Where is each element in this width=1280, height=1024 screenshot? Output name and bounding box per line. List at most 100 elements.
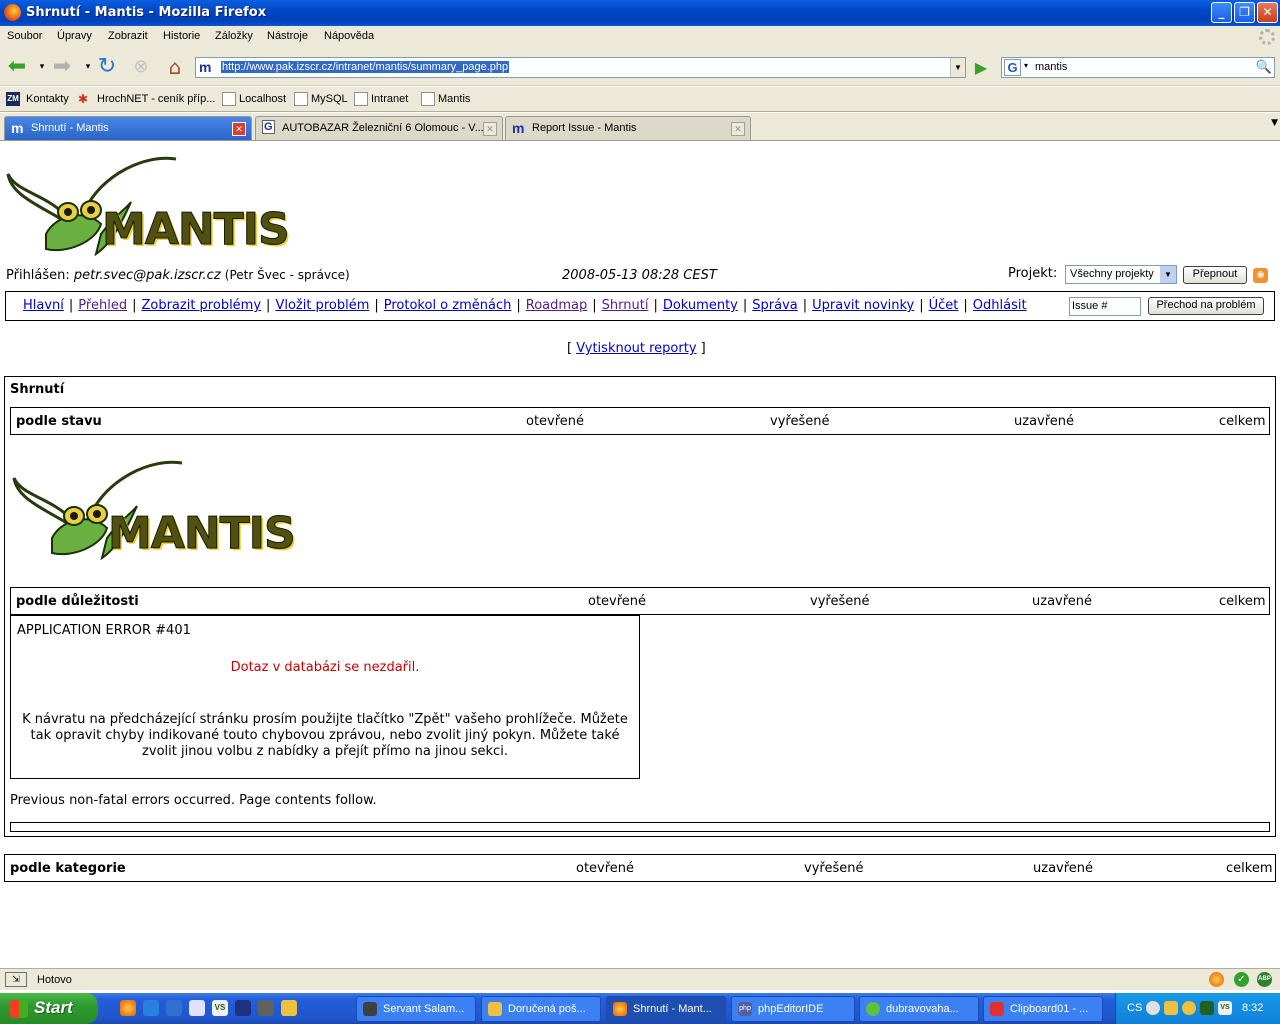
mantis-logo[interactable]: MANTIS: [6, 154, 290, 259]
search-bar[interactable]: G ▾ mantis 🔍: [1001, 57, 1275, 78]
taskbar-item-clipboard[interactable]: Clipboard01 - ...: [983, 996, 1103, 1022]
taskbar-item-firefox[interactable]: Shrnutí - Mant...: [606, 996, 726, 1022]
tab-label: Report Issue - Mantis: [532, 122, 637, 134]
go-icon[interactable]: ▶: [971, 58, 991, 78]
tool-quicklaunch-icon[interactable]: [258, 1000, 274, 1016]
menu-zobrazit[interactable]: Zobrazit: [108, 30, 148, 42]
reload-icon[interactable]: ↻: [95, 55, 119, 79]
vs-quicklaunch-icon[interactable]: VS: [212, 1000, 228, 1016]
by-status-header: podle stavu otevřené vyřešené uzavřené c…: [10, 407, 1270, 435]
ie-quicklaunch-icon[interactable]: [143, 1000, 159, 1016]
bookmark-localhost[interactable]: Localhost: [239, 93, 286, 105]
menu-upravy[interactable]: Úpravy: [57, 30, 92, 42]
home-icon[interactable]: ⌂: [163, 55, 187, 79]
nav-zobrazit-problemy[interactable]: Zobrazit problémy: [141, 298, 261, 313]
nav-odhlasit[interactable]: Odhlásit: [973, 298, 1027, 313]
project-select-value: Všechny projekty: [1070, 268, 1154, 280]
mantis-logo-repeat[interactable]: MANTIS: [12, 458, 296, 563]
tab-label: Shrnutí - Mantis: [31, 122, 109, 134]
forward-icon[interactable]: ➡: [50, 55, 74, 79]
nav-dokumenty[interactable]: Dokumenty: [663, 298, 738, 313]
image-editor-icon: [990, 1002, 1004, 1016]
page-bookmark-icon: [354, 92, 368, 106]
goto-issue-button[interactable]: Přechod na problém: [1148, 297, 1264, 315]
nav-vlozit-problem[interactable]: Vložit problém: [275, 298, 369, 313]
zm-bookmark-icon: ZM: [6, 92, 20, 106]
firefox-addon-icon[interactable]: [1209, 972, 1224, 987]
tray-arrow-icon[interactable]: [1146, 1001, 1160, 1015]
status-toggle-icon[interactable]: ⇲: [5, 972, 27, 987]
calc-quicklaunch-icon[interactable]: [235, 1000, 251, 1016]
firefox-quicklaunch-icon[interactable]: [120, 1000, 136, 1016]
language-indicator[interactable]: CS: [1127, 1002, 1142, 1014]
nav-shrnuti[interactable]: Shrnutí: [602, 298, 649, 313]
print-reports-link[interactable]: Vytisknout reporty: [576, 341, 696, 356]
tray-clock-icon[interactable]: [1182, 1001, 1196, 1015]
minimize-button[interactable]: _: [1211, 2, 1232, 23]
media-quicklaunch-icon[interactable]: [189, 1000, 205, 1016]
check-icon[interactable]: ✓: [1234, 972, 1249, 987]
menu-soubor[interactable]: Soubor: [7, 30, 42, 42]
tab-close-icon[interactable]: ✕: [731, 122, 745, 136]
nav-roadmap[interactable]: Roadmap: [526, 298, 588, 313]
error-box: APPLICATION ERROR #401 Dotaz v databázi …: [10, 615, 640, 779]
print-reports: [ Vytisknout reporty ]: [567, 341, 706, 356]
nav-hlavni[interactable]: Hlavní: [23, 298, 64, 313]
bookmark-intranet[interactable]: Intranet: [371, 93, 408, 105]
menu-nastroje[interactable]: Nástroje: [267, 30, 308, 42]
project-select[interactable]: Všechny projekty ▼: [1065, 265, 1177, 284]
search-input[interactable]: mantis: [1035, 61, 1067, 73]
tab-report-issue[interactable]: m Report Issue - Mantis ✕: [505, 116, 751, 140]
search-engine-icon[interactable]: G: [1004, 59, 1021, 76]
tab-autobazar[interactable]: G AUTOBAZAR Železniční 6 Olomouc - V... …: [255, 116, 503, 140]
tab-close-icon[interactable]: ✕: [232, 122, 246, 136]
url-dropdown-icon[interactable]: ▼: [950, 58, 965, 77]
nav-prehled[interactable]: Přehled: [78, 298, 127, 313]
back-icon[interactable]: ⬅: [5, 55, 29, 79]
tab-list-icon[interactable]: ▼: [1271, 118, 1278, 128]
switch-project-button[interactable]: Přepnout: [1183, 266, 1247, 284]
taskbar-item-phpeditor[interactable]: php phpEditorIDE: [731, 996, 855, 1022]
url-text[interactable]: http://www.pak.izscr.cz/intranet/mantis/…: [221, 61, 510, 73]
tab-shrnuti[interactable]: m Shrnutí - Mantis ✕: [4, 116, 252, 140]
clock-quicklaunch-icon[interactable]: [281, 1000, 297, 1016]
col-open: otevřené: [526, 414, 585, 429]
menu-zalozky[interactable]: Záložky: [215, 30, 253, 42]
bookmark-hrochnet[interactable]: HrochNET - ceník příp...: [97, 93, 215, 105]
bookmark-kontakty[interactable]: Kontakty: [26, 93, 69, 105]
issue-number-input[interactable]: Issue #: [1069, 297, 1141, 316]
stop-icon[interactable]: ⊗: [129, 55, 153, 79]
nav-ucet[interactable]: Účet: [929, 298, 959, 313]
tab-close-icon[interactable]: ✕: [483, 122, 497, 136]
empty-table: [10, 822, 1270, 832]
engine-dropdown-icon[interactable]: ▾: [1024, 61, 1028, 70]
nav-upravit-novinky[interactable]: Upravit novinky: [812, 298, 914, 313]
menu-napoveda[interactable]: Nápověda: [324, 30, 374, 42]
bookmark-mantis[interactable]: Mantis: [438, 93, 470, 105]
tray-vs-icon[interactable]: VS: [1218, 1001, 1232, 1015]
mantis-logo-text: MANTIS: [102, 204, 291, 256]
address-bar[interactable]: m http://www.pak.izscr.cz/intranet/manti…: [195, 57, 966, 78]
nav-sprava[interactable]: Správa: [752, 298, 797, 313]
bookmark-mysql[interactable]: MySQL: [311, 93, 348, 105]
rss-icon[interactable]: ◉: [1253, 268, 1268, 283]
restore-button[interactable]: ❐: [1234, 2, 1255, 23]
menu-historie[interactable]: Historie: [163, 30, 200, 42]
taskbar-item-servant[interactable]: Servant Salam...: [356, 996, 476, 1022]
taskbar-item-inbox[interactable]: Doručená poš...: [481, 996, 601, 1022]
mantis-favicon-icon: m: [11, 120, 24, 136]
page-content: MANTIS Přihlášen: petr.svec@pak.izscr.cz…: [0, 142, 1280, 968]
start-label: Start: [34, 998, 73, 1017]
col-closed: uzavřené: [1032, 594, 1093, 609]
start-button[interactable]: Start: [0, 993, 98, 1024]
tray-app-icon[interactable]: [1200, 1001, 1214, 1015]
close-window-button[interactable]: ✕: [1257, 2, 1278, 23]
taskbar-label: Shrnutí - Mant...: [633, 1003, 712, 1015]
adblock-icon[interactable]: ABP: [1257, 972, 1272, 987]
nav-protokol-o-zmenach[interactable]: Protokol o změnách: [384, 298, 512, 313]
taskbar-item-dubravova[interactable]: dubravovaha...: [859, 996, 979, 1022]
search-icon[interactable]: 🔍: [1256, 59, 1272, 75]
window-titlebar: Shrnutí - Mantis - Mozilla Firefox _ ❐ ✕: [0, 0, 1280, 26]
ie7-quicklaunch-icon[interactable]: [166, 1000, 182, 1016]
tray-network-icon[interactable]: [1164, 1001, 1178, 1015]
